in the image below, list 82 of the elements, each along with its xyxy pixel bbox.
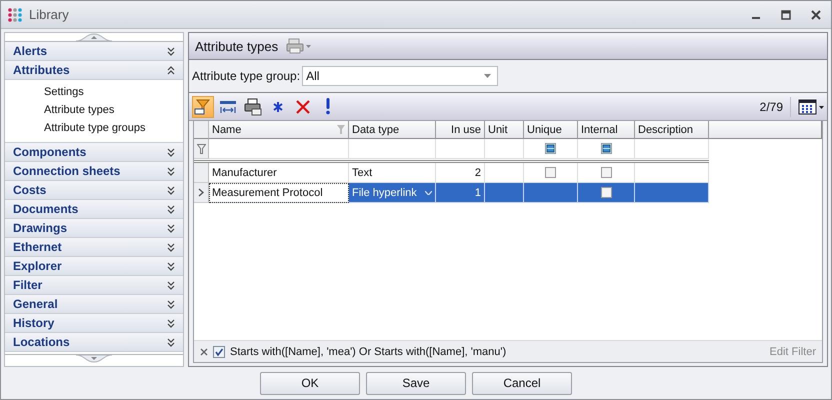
filter-cell[interactable] <box>436 139 485 159</box>
close-icon[interactable] <box>811 10 821 20</box>
column-header[interactable]: Internal <box>578 121 635 139</box>
nav-item[interactable]: Attribute types <box>44 101 183 119</box>
group-header[interactable]: Explorer <box>5 257 183 276</box>
dropdown-arrow-icon[interactable] <box>484 74 492 78</box>
group-header[interactable]: History <box>5 314 183 333</box>
expand-chevron-icon[interactable] <box>167 260 175 272</box>
field-label: Attribute type group: <box>192 69 300 83</box>
checkbox[interactable] <box>600 187 612 198</box>
current-row-icon <box>198 188 204 197</box>
dialog-button[interactable]: Save <box>366 372 466 394</box>
app-logo-icon <box>7 6 23 22</box>
expand-chevron-icon[interactable] <box>167 242 175 252</box>
group-header[interactable]: Locations <box>5 333 183 352</box>
nav-item[interactable]: Settings <box>44 83 183 101</box>
printer-dropdown-icon[interactable] <box>286 38 312 54</box>
column-header[interactable]: Data type <box>349 121 436 139</box>
group-header[interactable]: General <box>5 295 183 314</box>
checkbox[interactable] <box>545 167 556 178</box>
group-header[interactable]: Documents <box>5 200 183 219</box>
column-chooser-icon[interactable] <box>798 98 824 114</box>
group-header[interactable]: Costs <box>5 181 183 200</box>
group-header[interactable]: Alerts <box>5 42 183 61</box>
printer-icon <box>244 98 262 116</box>
column-header[interactable]: Description <box>635 121 709 139</box>
nav-item[interactable]: Attribute type groups <box>44 119 183 137</box>
maximize-icon[interactable] <box>781 10 791 20</box>
scroll-up-handle-icon[interactable] <box>76 33 112 41</box>
filter-cell[interactable] <box>485 139 524 159</box>
filter-expression: Starts with([Name], 'mea') Or Starts with([Name], 'manu') <box>230 346 506 358</box>
printer-button[interactable] <box>242 96 264 118</box>
expand-chevron-icon[interactable] <box>167 46 175 56</box>
dropdown-editor[interactable]: File hyperlink <box>349 183 436 203</box>
expand-chevron-icon[interactable] <box>167 280 175 290</box>
checkbox[interactable] <box>600 143 612 154</box>
expand-chevron-icon[interactable] <box>167 336 175 348</box>
table-cell <box>485 183 524 203</box>
window-title: Library <box>29 7 69 22</box>
row-indicator <box>194 163 209 183</box>
filter-icon <box>194 98 212 116</box>
column-header[interactable]: Unique <box>524 121 578 139</box>
group-header[interactable]: Attributes <box>5 61 183 80</box>
dialog-button[interactable]: Cancel <box>472 372 572 394</box>
filter-button[interactable] <box>192 96 214 118</box>
group-header[interactable]: Ethernet <box>5 238 183 257</box>
record-count: 2/79 <box>760 100 783 114</box>
expand-chevron-icon[interactable] <box>167 166 175 176</box>
filter-cell[interactable] <box>524 139 578 159</box>
filter-cell[interactable] <box>578 139 635 159</box>
close-icon[interactable] <box>200 348 208 356</box>
checkbox[interactable] <box>545 143 556 154</box>
expand-chevron-icon[interactable] <box>167 184 175 196</box>
expand-chevron-icon[interactable] <box>167 146 175 158</box>
scroll-down-handle-icon[interactable] <box>76 355 112 363</box>
table-cell: Measurement Protocol <box>209 183 349 203</box>
delete-icon <box>294 98 312 116</box>
filter-cell[interactable] <box>349 139 436 159</box>
expand-chevron-icon[interactable] <box>167 298 175 310</box>
checkbox[interactable] <box>600 167 612 178</box>
collapse-chevron-icon[interactable] <box>167 64 175 76</box>
expand-chevron-icon[interactable] <box>167 222 175 234</box>
table-cell: 1 <box>436 183 485 203</box>
table-row[interactable]: Measurement Protocol File hyperlink 1 <box>194 183 822 203</box>
expand-chevron-icon[interactable] <box>167 318 175 328</box>
exclamation-icon <box>326 98 330 115</box>
filter-cell[interactable] <box>209 139 349 159</box>
table-cell <box>524 183 578 203</box>
filter-cell[interactable] <box>635 139 709 159</box>
group-header[interactable]: Drawings <box>5 219 183 238</box>
group-header[interactable]: Filter <box>5 276 183 295</box>
column-header[interactable]: In use <box>436 121 485 139</box>
group-dropdown[interactable]: All <box>302 66 498 86</box>
group-header[interactable]: Components <box>5 143 183 162</box>
column-header[interactable]: Name <box>209 121 349 139</box>
group-header[interactable]: Connection sheets <box>5 162 183 181</box>
column-header[interactable]: Unit <box>485 121 524 139</box>
dialog-button[interactable]: OK <box>260 372 360 394</box>
expand-chevron-icon[interactable] <box>167 204 175 214</box>
checkbox[interactable] <box>213 346 225 358</box>
panel-title: Attribute types <box>195 38 278 54</box>
filter-icon <box>196 144 206 154</box>
